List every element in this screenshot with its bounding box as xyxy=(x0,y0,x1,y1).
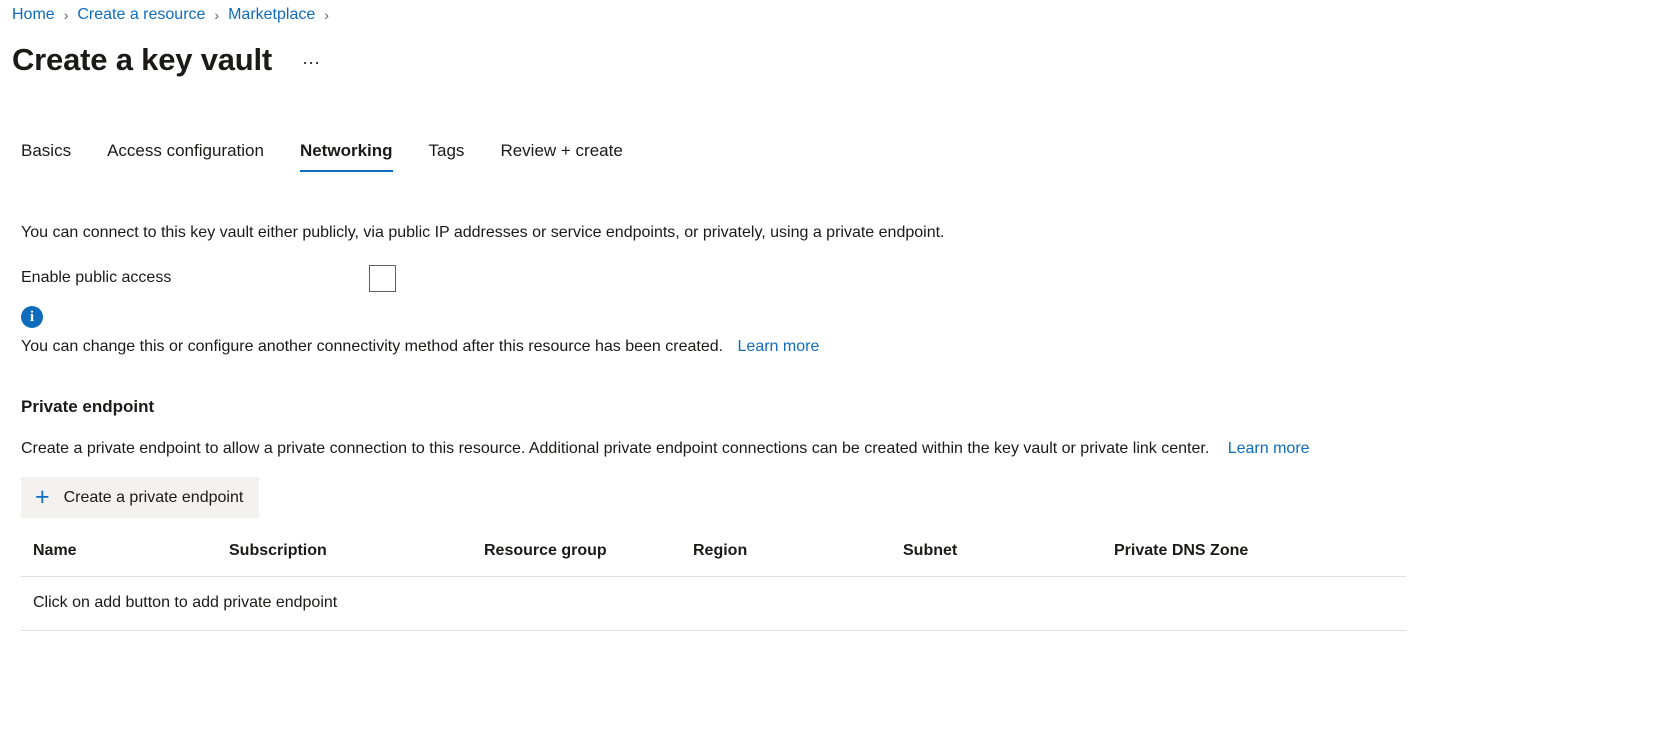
tab-access-configuration[interactable]: Access configuration xyxy=(107,140,264,172)
enable-public-access-row: Enable public access xyxy=(21,264,1661,292)
tab-tags[interactable]: Tags xyxy=(429,140,465,172)
column-header-resource-group[interactable]: Resource group xyxy=(484,540,693,577)
column-header-name[interactable]: Name xyxy=(21,540,229,577)
tab-label: Access configuration xyxy=(107,141,264,160)
private-endpoint-heading: Private endpoint xyxy=(21,397,155,416)
enable-public-access-label: Enable public access xyxy=(21,269,172,286)
tab-review-create[interactable]: Review + create xyxy=(500,140,622,172)
column-header-region[interactable]: Region xyxy=(693,540,903,577)
breadcrumb-separator: › xyxy=(63,7,69,23)
breadcrumb-separator: › xyxy=(214,7,220,23)
table-header: Name Subscription Resource group Region … xyxy=(21,540,1406,577)
column-header-private-dns-zone[interactable]: Private DNS Zone xyxy=(1114,540,1406,577)
page-title: Create a key vault xyxy=(12,42,273,77)
info-learn-more-link[interactable]: Learn more xyxy=(738,338,820,355)
breadcrumb: Home › Create a resource › Marketplace › xyxy=(0,0,1661,26)
column-header-subnet[interactable]: Subnet xyxy=(903,540,1114,577)
tab-networking[interactable]: Networking xyxy=(299,140,393,172)
info-message-body: You can change this or configure another… xyxy=(21,338,724,355)
wizard-tabs: Basics Access configuration Networking T… xyxy=(0,134,1661,172)
tab-label: Review + create xyxy=(500,141,623,160)
more-actions-icon[interactable]: ⋯ xyxy=(296,54,327,72)
tab-label: Tags xyxy=(428,141,465,160)
enable-public-access-checkbox[interactable] xyxy=(369,264,396,292)
table-empty-row: Click on add button to add private endpo… xyxy=(21,576,1406,631)
info-icon: i xyxy=(21,306,43,328)
create-private-endpoint-button-label: Create a private endpoint xyxy=(63,488,244,506)
breadcrumb-item-create-a-resource[interactable]: Create a resource xyxy=(77,6,205,24)
breadcrumb-item-marketplace[interactable]: Marketplace xyxy=(228,6,315,24)
info-message-text: You can change this or configure another… xyxy=(21,336,1661,358)
breadcrumb-item-home[interactable]: Home xyxy=(12,6,55,24)
table-body: Click on add button to add private endpo… xyxy=(21,576,1406,631)
breadcrumb-separator: › xyxy=(324,7,329,23)
tab-label: Basics xyxy=(21,141,72,160)
networking-panel: You can connect to this key vault either… xyxy=(0,220,1661,631)
tab-label: Networking xyxy=(299,141,393,160)
networking-intro-text: You can connect to this key vault either… xyxy=(21,224,945,241)
private-endpoint-learn-more-link[interactable]: Learn more xyxy=(1228,440,1310,457)
page-header: Create a key vault ⋯ xyxy=(0,26,1661,78)
table-empty-message: Click on add button to add private endpo… xyxy=(21,576,1406,631)
tab-basics[interactable]: Basics xyxy=(21,140,71,172)
private-endpoint-description: Create a private endpoint to allow a pri… xyxy=(21,438,1661,460)
plus-icon: + xyxy=(35,483,50,511)
private-endpoints-table: Name Subscription Resource group Region … xyxy=(21,540,1406,631)
create-private-endpoint-button[interactable]: + Create a private endpoint xyxy=(21,477,260,518)
column-header-subscription[interactable]: Subscription xyxy=(229,540,484,577)
private-endpoint-description-body: Create a private endpoint to allow a pri… xyxy=(21,440,1210,457)
table-header-row: Name Subscription Resource group Region … xyxy=(21,540,1406,577)
info-message: i You can change this or configure anoth… xyxy=(21,306,1661,358)
